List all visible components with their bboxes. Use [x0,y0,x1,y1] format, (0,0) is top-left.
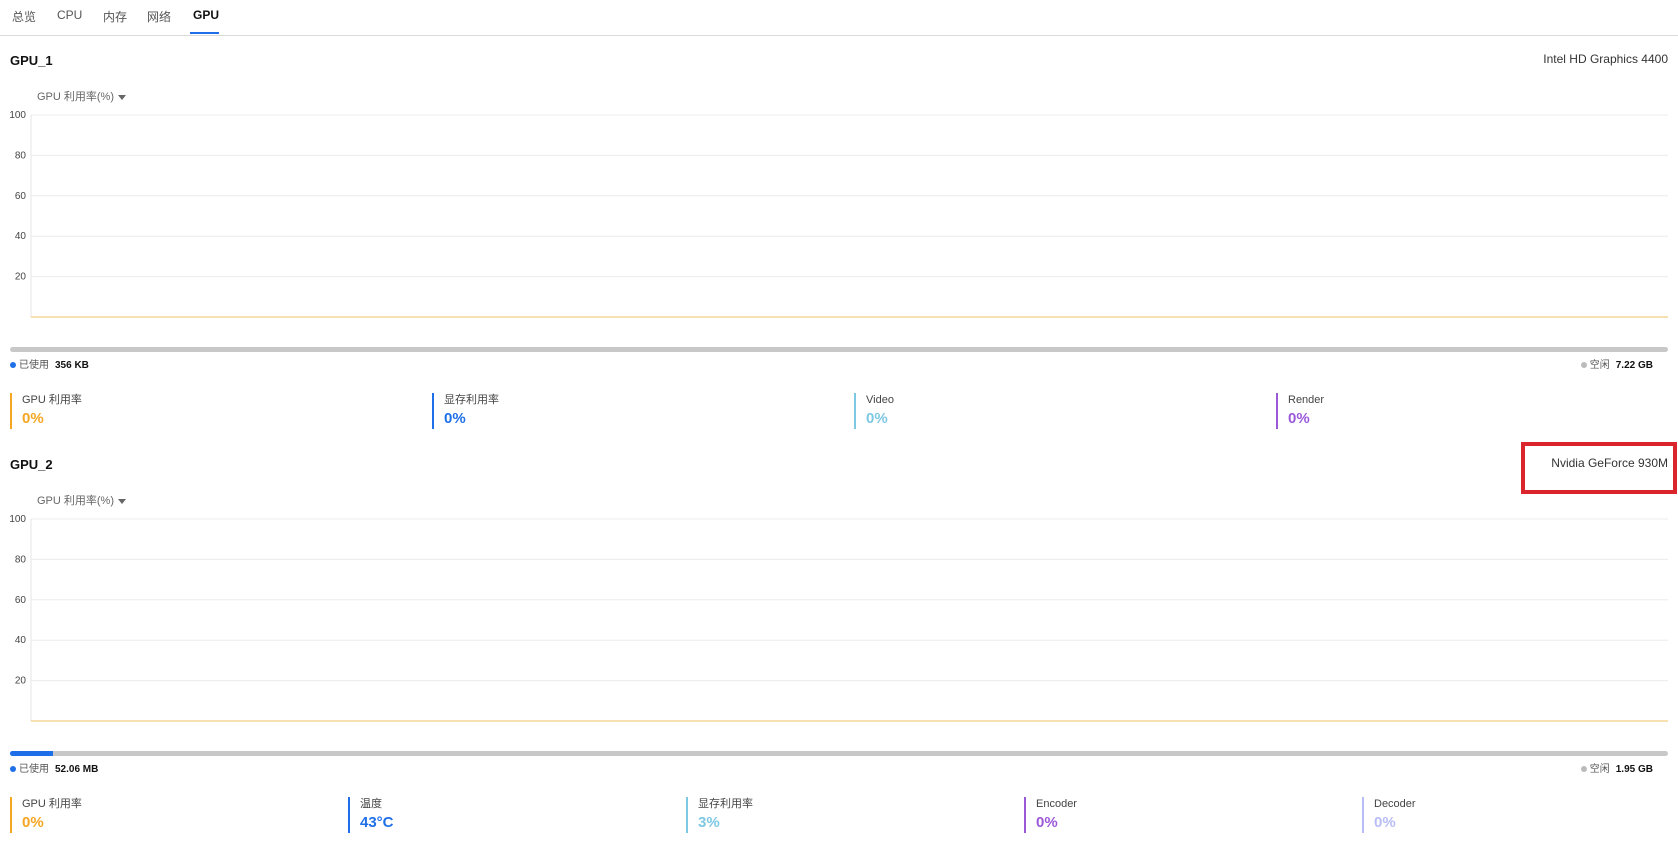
caret-down-icon [118,498,126,504]
gpu-1-metric-dropdown[interactable]: GPU 利用率(%) [37,88,126,104]
tab-network[interactable]: 网络 [147,8,171,25]
gpu-1-free-label: 空闲 [1589,360,1610,371]
gpu-2-chart-svg: 20 40 60 80 100 [9,514,1668,722]
stat-block: Encoder 0% [1024,797,1077,833]
gpu-2-memory-used: 已使用 52.06 MB [10,760,98,775]
gpu-1-model: Intel HD Graphics 4400 [1543,52,1668,66]
gpu-2-used-label: 已使用 [19,764,49,775]
free-dot-icon [1580,362,1587,369]
stat-label: 温度 [360,798,382,810]
gpu-2-title: GPU_2 [10,457,53,472]
y-tick-label: 40 [15,635,27,646]
stat-value: 0% [1036,814,1058,831]
gpu-2-memory-fill [10,751,54,756]
y-tick-label: 20 [15,272,27,283]
stat-block: Render 0% [1276,393,1324,429]
used-dot-icon [10,362,16,369]
y-tick-label: 60 [15,595,27,606]
gpu-1-chart: 20 40 60 80 100 [0,105,1678,325]
gpu-1-memory-bar [10,347,1668,352]
gpu-2-used-value: 52.06 MB [55,764,99,775]
y-tick-label: 80 [15,150,27,161]
stat-block: 温度 43°C [348,797,394,833]
tab-bar: 总览 CPU 内存 网络 GPU [0,0,1678,36]
highlight-box [1521,442,1677,494]
stat-label: Render [1288,394,1325,406]
tab-gpu[interactable]: GPU [193,8,219,22]
stat-value: 0% [22,410,44,427]
stat-label: 显存利用率 [444,394,499,406]
gpu-1-free-value: 7.22 GB [1615,360,1653,371]
stat-label: GPU 利用率 [22,394,82,406]
tab-overview[interactable]: 总览 [12,8,36,25]
gpu-1-title: GPU_1 [10,53,53,68]
tab-memory[interactable]: 内存 [103,8,127,25]
y-tick-label: 100 [9,514,26,525]
y-tick-label: 40 [15,231,27,242]
gpu-1-used-label: 已使用 [19,360,49,371]
stat-block: Decoder 0% [1362,797,1416,833]
caret-down-icon [118,94,126,100]
stat-block: 显存利用率 0% [432,393,499,429]
gpu-1-memory-used: 已使用 356 KB [10,356,89,371]
active-tab-indicator [190,32,219,34]
stat-label: Video [866,394,894,406]
stat-label: Encoder [1036,798,1077,810]
stat-value: 0% [22,814,44,831]
gpu-1-used-value: 356 KB [55,360,89,371]
stat-value: 0% [444,410,466,427]
stat-label: 显存利用率 [698,798,753,810]
stat-value: 43°C [360,814,394,831]
gpu-2-memory-bar [10,751,1668,756]
gpu-2-chart: 20 40 60 80 100 [0,509,1678,729]
gpu-1-memory-free: 空闲 7.22 GB [1580,356,1653,371]
gpu-1-chart-svg: 20 40 60 80 100 [9,110,1668,318]
stat-value: 0% [1374,814,1396,831]
stat-block: 显存利用率 3% [686,797,753,833]
used-dot-icon [10,766,16,773]
stat-block: GPU 利用率 0% [10,797,82,833]
stat-value: 0% [866,410,888,427]
stat-label: Decoder [1374,798,1416,810]
gpu-2-free-value: 1.95 GB [1615,764,1653,775]
stat-block: GPU 利用率 0% [10,393,82,429]
tab-cpu[interactable]: CPU [57,8,82,22]
stat-label: GPU 利用率 [22,798,82,810]
y-tick-label: 20 [15,676,27,687]
gpu-1-metric-label: GPU 利用率(%) [37,91,114,103]
stat-value: 3% [698,814,720,831]
gpu-2-metric-label: GPU 利用率(%) [37,495,114,507]
stat-value: 0% [1288,410,1310,427]
gpu-2-metric-dropdown[interactable]: GPU 利用率(%) [37,492,126,508]
y-tick-label: 100 [9,110,26,121]
y-tick-label: 80 [15,554,27,565]
gpu-2-free-label: 空闲 [1589,764,1610,775]
stat-block: Video 0% [854,393,894,429]
free-dot-icon [1580,766,1587,773]
y-tick-label: 60 [15,191,27,202]
gpu-2-memory-free: 空闲 1.95 GB [1580,760,1653,775]
